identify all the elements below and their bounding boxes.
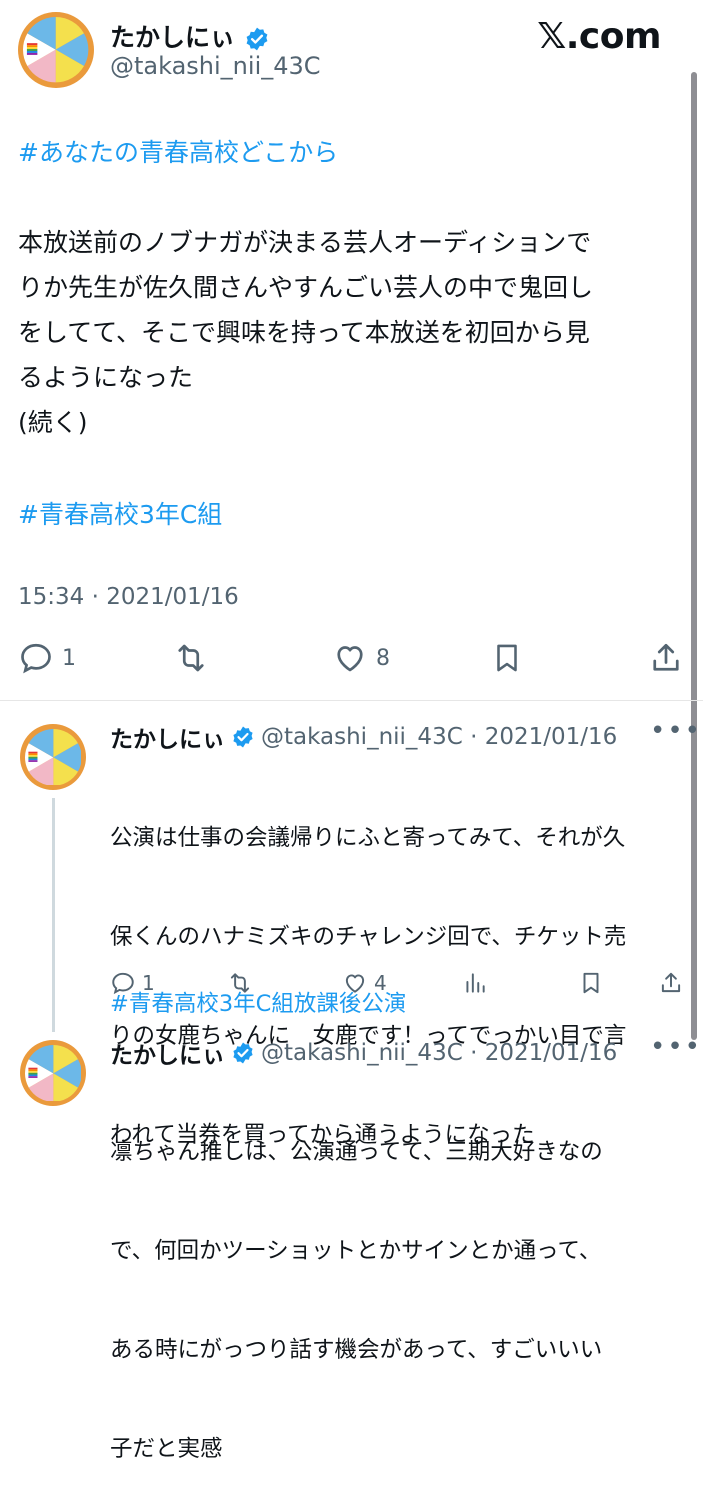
bookmark-icon (583, 972, 599, 994)
author-name[interactable]: たかしにぃ (110, 23, 235, 52)
more-icon[interactable]: ••• (650, 1032, 702, 1062)
scrollbar[interactable] (691, 72, 697, 1040)
verified-badge-icon (233, 1042, 253, 1064)
avatar-image (23, 17, 89, 83)
share-icon (661, 972, 681, 993)
tweet-line: 本放送前のノブナガが決まる芸人オーディションで (18, 228, 592, 257)
tweet-line: るようになった (18, 363, 194, 392)
avatar-image (24, 1044, 82, 1102)
bookmark-icon (497, 644, 517, 672)
tweet-body: 本放送前のノブナガが決まる芸人オーディションで りか先生が佐久間さんやすんごい芸… (18, 220, 678, 445)
reply-line: で、何回かツーショットとかサインとか通って、 (110, 1238, 602, 1264)
reply-line: ある時にがっつり話す機会があって、すごいいい (110, 1337, 603, 1363)
author-name-row[interactable]: たかしにぃ (110, 18, 270, 54)
like-button[interactable]: 8 (332, 640, 390, 676)
like-count: 8 (376, 645, 390, 671)
share-icon (653, 643, 679, 671)
reply-header: たかしにぃ @takashi_nii_43C · 2021/01/16 (110, 1036, 617, 1070)
reply-count: 1 (142, 971, 155, 995)
reply-count: 1 (62, 645, 76, 671)
heart-icon (345, 974, 365, 993)
divider (0, 700, 703, 701)
author-handle[interactable]: @takashi_nii_43C (110, 52, 321, 80)
verified-badge-icon (246, 27, 268, 51)
reply-body: 凛ちゃん推しは、公演通ってて、三期大好きなの で、何回かツーショットとかサインと… (110, 1070, 680, 1499)
retweet-icon (230, 973, 250, 993)
retweet-button[interactable] (226, 970, 254, 996)
reply-avatar[interactable] (20, 1040, 86, 1106)
tweet-line: をしてて、そこで興味を持って本放送を初回から見 (18, 318, 590, 347)
reply-icon (21, 643, 51, 674)
bookmark-button[interactable] (490, 640, 524, 676)
reply-button[interactable]: 1 (110, 970, 155, 996)
views-icon (466, 973, 485, 993)
retweet-button[interactable] (172, 640, 210, 676)
author-avatar[interactable] (18, 12, 94, 88)
views-button[interactable] (462, 970, 488, 996)
tweet-line: (続く) (18, 408, 88, 437)
reply-meta[interactable]: @takashi_nii_43C · 2021/01/16 (261, 1040, 617, 1066)
reply-line: 凛ちゃん推しは、公演通ってて、三期大好きなの (110, 1139, 603, 1165)
reply-button[interactable]: 1 (18, 640, 76, 676)
hashtag-link[interactable]: #あなたの青春高校どこから (18, 130, 338, 175)
heart-icon (337, 646, 363, 672)
reply-avatar[interactable] (20, 724, 86, 790)
reply-line: 子だと実感 (110, 1436, 223, 1462)
x-logo: 𝕏.com (537, 16, 661, 57)
like-count: 4 (374, 971, 387, 995)
reply-author-name[interactable]: たかしにぃ (110, 720, 225, 754)
reply-meta[interactable]: @takashi_nii_43C · 2021/01/16 (261, 724, 617, 750)
tweet-line: りか先生が佐久間さんやすんごい芸人の中で鬼回し (18, 273, 594, 302)
thread-line (52, 798, 55, 1032)
bookmark-button[interactable] (578, 970, 604, 996)
avatar-image (24, 728, 82, 786)
reply-header: たかしにぃ @takashi_nii_43C · 2021/01/16 (110, 720, 617, 754)
reply-author-name[interactable]: たかしにぃ (110, 1036, 225, 1070)
share-button[interactable] (658, 970, 684, 996)
retweet-icon (178, 644, 204, 672)
share-button[interactable] (648, 640, 684, 676)
verified-badge-icon (233, 726, 253, 748)
reply-icon (112, 972, 134, 995)
more-icon[interactable]: ••• (650, 716, 702, 746)
like-button[interactable]: 4 (342, 970, 387, 996)
tweet-timestamp[interactable]: 15:34 · 2021/01/16 (18, 584, 239, 610)
reply-line: 公演は仕事の会議帰りにふと寄ってみて、それが久 (110, 825, 626, 851)
hashtag-link[interactable]: #青春高校3年C組 (18, 492, 222, 537)
